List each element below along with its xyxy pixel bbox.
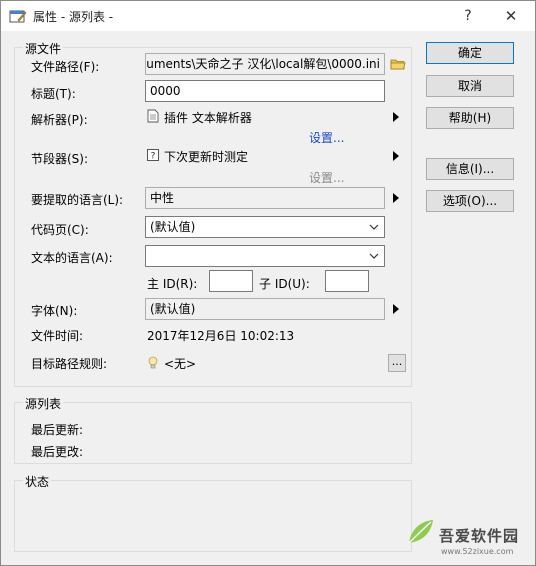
ok-button[interactable]: 确定 <box>426 42 514 64</box>
title-input[interactable]: 0000 <box>145 80 385 102</box>
chevron-down-icon <box>369 224 379 230</box>
codepage-value: (默认值) <box>150 220 196 234</box>
text-language-label: 文本的语言(A): <box>31 251 113 265</box>
extract-language-field[interactable]: 中性 <box>145 187 385 209</box>
file-time-label: 文件时间: <box>31 329 84 343</box>
svg-text:?: ? <box>151 152 156 162</box>
extract-language-label: 要提取的语言(L): <box>31 193 124 207</box>
main-id-input[interactable] <box>209 270 253 292</box>
help-button[interactable]: 帮助(H) <box>426 107 514 129</box>
font-label: 字体(N): <box>31 304 78 318</box>
watermark-text: 吾爱软件园 <box>439 527 520 545</box>
segmenter-value: 下次更新时测定 <box>164 150 249 164</box>
close-button[interactable]: ✕ <box>495 5 527 27</box>
last-update-label: 最后更新: <box>31 423 84 437</box>
status-group: 状态 <box>14 473 412 552</box>
help-title-button[interactable]: ? <box>453 5 483 27</box>
title-bar: 属性 - 源列表 - ? ✕ <box>1 1 535 31</box>
last-change-label: 最后更改: <box>31 445 84 459</box>
options-button[interactable]: 选项(O)... <box>426 190 514 212</box>
file-path-label: 文件路径(F): <box>31 60 100 74</box>
target-rule-label: 目标路径规则: <box>31 357 108 371</box>
folder-icon[interactable] <box>390 57 406 71</box>
leaf-icon <box>408 520 433 544</box>
sub-id-input[interactable] <box>325 270 369 292</box>
sub-id-label: 子 ID(U): <box>259 277 310 291</box>
source-list-group-title: 源列表 <box>23 395 64 412</box>
file-path-value: e\Documents\天命之子 汉化\local解包\0000.ini <box>146 57 380 71</box>
title-label: 标题(T): <box>31 87 76 101</box>
font-arrow[interactable] <box>393 304 399 314</box>
segmenter-settings-link: 设置... <box>309 171 345 185</box>
parser-settings-link[interactable]: 设置... <box>309 129 344 146</box>
parser-expand-arrow[interactable] <box>393 112 399 122</box>
extract-language-arrow[interactable] <box>393 193 399 203</box>
target-rule-value: <无> <box>164 357 197 371</box>
codepage-select[interactable]: (默认值) <box>145 216 385 238</box>
codepage-label: 代码页(C): <box>31 223 89 237</box>
font-field[interactable]: (默认值) <box>145 298 385 320</box>
window-title: 属性 - 源列表 - <box>33 10 114 24</box>
main-id-label: 主 ID(R): <box>147 277 198 291</box>
segmenter-expand-arrow[interactable] <box>393 151 399 161</box>
file-time-value: 2017年12月6日 10:02:13 <box>147 329 295 343</box>
parser-label: 解析器(P): <box>31 113 88 127</box>
text-language-select[interactable] <box>145 245 385 267</box>
bulb-icon <box>148 356 158 369</box>
info-button[interactable]: 信息(I)... <box>426 158 514 180</box>
watermark-logo: 吾爱软件园 www.52zixue.com <box>405 511 535 563</box>
unknown-icon: ? <box>147 149 159 161</box>
watermark-url: www.52zixue.com <box>441 547 514 556</box>
document-icon <box>147 109 159 123</box>
properties-dialog: 属性 - 源列表 - ? ✕ 源文件 文件路径(F): e\Documents\… <box>0 0 536 566</box>
target-rule-button[interactable]: ... <box>388 354 406 372</box>
segmenter-label: 节段器(S): <box>31 152 89 166</box>
source-file-group-title: 源文件 <box>23 40 64 57</box>
parser-value: 插件 文本解析器 <box>164 111 252 125</box>
cancel-button[interactable]: 取消 <box>426 75 514 97</box>
status-group-title: 状态 <box>23 473 52 490</box>
chevron-down-icon <box>369 253 379 259</box>
file-path-field[interactable]: e\Documents\天命之子 汉化\local解包\0000.ini <box>145 53 385 75</box>
app-icon <box>9 10 27 23</box>
